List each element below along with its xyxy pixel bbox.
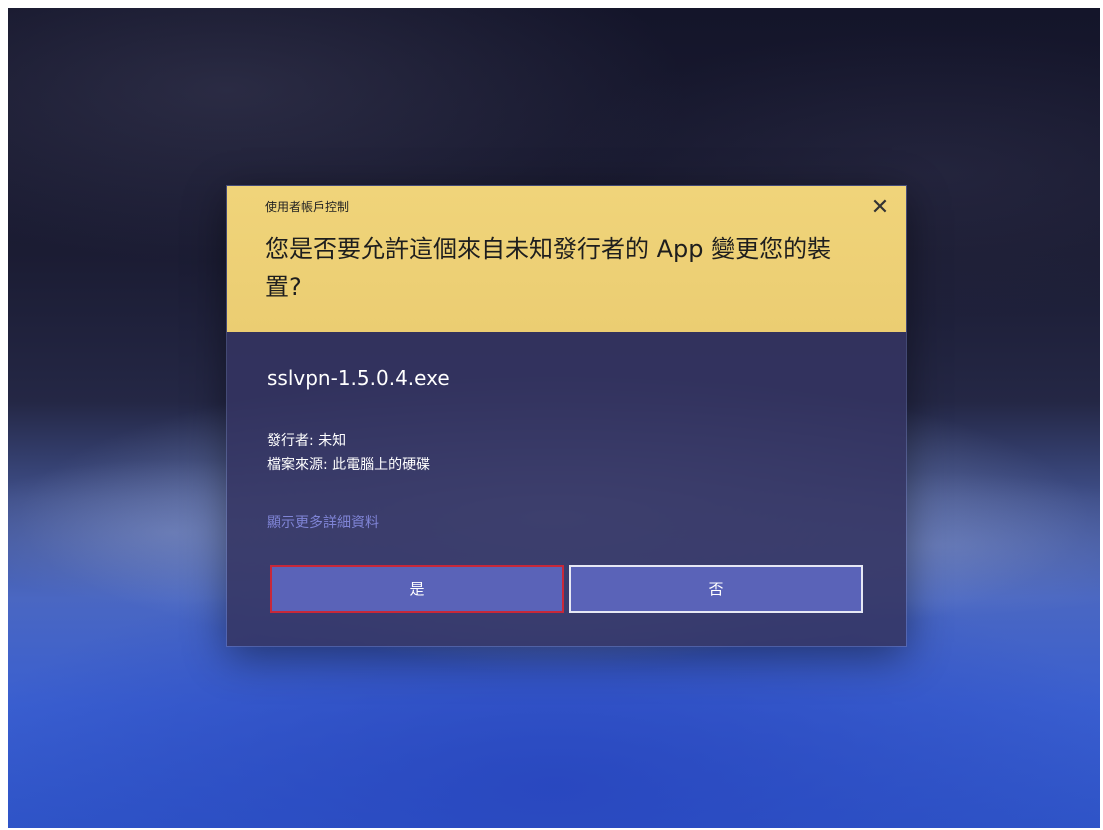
file-origin-info: 檔案來源: 此電腦上的硬碟 [267, 457, 431, 473]
app-filename: sslvpn-1.5.0.4.exe [267, 366, 450, 390]
show-more-details-link[interactable]: 顯示更多詳細資料 [267, 512, 379, 532]
uac-dialog: 使用者帳戶控制 ✕ 您是否要允許這個來自未知發行者的 App 變更您的裝置? s… [227, 186, 906, 646]
uac-header: 使用者帳戶控制 ✕ 您是否要允許這個來自未知發行者的 App 變更您的裝置? [227, 186, 906, 332]
yes-button[interactable]: 是 [270, 565, 564, 613]
publisher-info: 發行者: 未知 [267, 433, 347, 449]
dialog-caption: 使用者帳戶控制 [265, 200, 350, 214]
dialog-question: 您是否要允許這個來自未知發行者的 App 變更您的裝置? [265, 235, 832, 301]
close-icon[interactable]: ✕ [866, 194, 894, 222]
no-button[interactable]: 否 [569, 565, 863, 613]
desktop-background: 使用者帳戶控制 ✕ 您是否要允許這個來自未知發行者的 App 變更您的裝置? s… [8, 8, 1100, 828]
